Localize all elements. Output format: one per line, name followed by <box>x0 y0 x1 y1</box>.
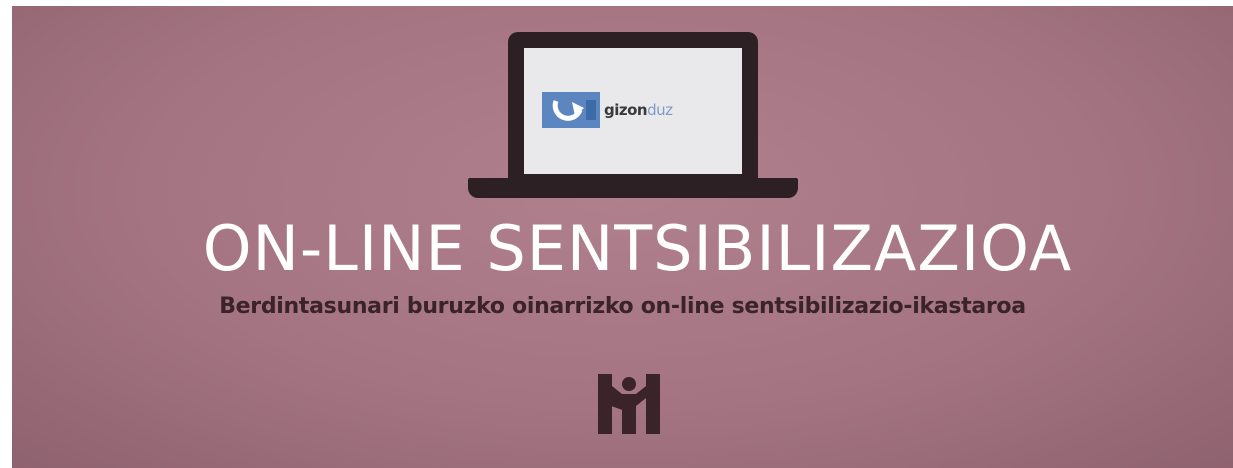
page-subtitle: Berdintasunari buruzko oinarrizko on-lin… <box>219 294 1026 319</box>
laptop-lid: gizon duz <box>508 32 758 180</box>
gizonduz-logo: gizon duz <box>542 92 673 128</box>
laptop-screen: gizon duz <box>524 48 742 174</box>
logo-text-part2: duz <box>647 101 673 119</box>
people-emblem-icon <box>584 368 674 434</box>
gizonduz-logo-icon <box>542 92 600 128</box>
banner: gizon duz ON-LINE SENTSIBILIZAZIOA Berdin… <box>12 6 1233 468</box>
logo-text-part1: gizon <box>604 101 648 119</box>
page-title: ON-LINE SENTSIBILIZAZIOA <box>202 212 1073 285</box>
laptop-icon: gizon duz <box>468 32 798 202</box>
laptop-base <box>468 178 798 198</box>
logo-text: gizon duz <box>604 101 673 119</box>
